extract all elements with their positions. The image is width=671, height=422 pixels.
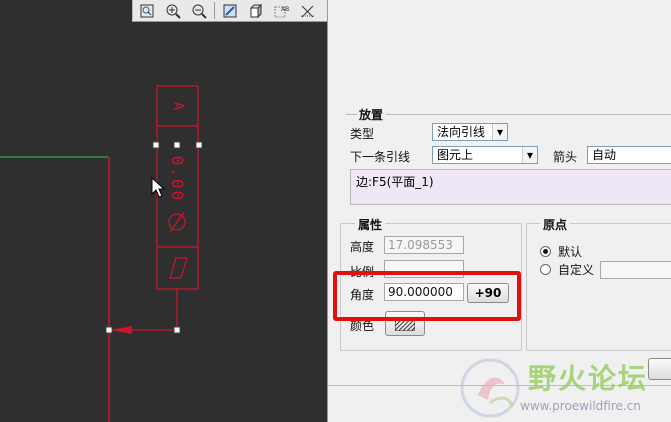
height-label: 高度 [350,240,375,254]
origin-group-title: 原点 [540,216,571,233]
drag-handle [105,326,113,334]
reference-collector[interactable]: 边:F5(平面_1) [350,169,671,205]
model-canvas[interactable] [0,0,328,422]
chevron-down-icon: ▾ [522,147,537,163]
watermark: 野火论坛 www.proewildfire.cn [460,355,671,422]
origin-default-label: 默认 [558,245,583,259]
svg-text:AB: AB [281,6,289,13]
flatness-symbol [169,257,188,279]
properties-group-title: 属性 [355,216,386,233]
gtol-value: 0.00 [168,155,187,203]
next-leader-label: 下一条引线 [350,150,411,164]
datum-display-icon[interactable] [296,0,320,21]
gtol-letter: A [170,101,186,111]
drag-handle [152,141,160,149]
annotation-display-icon[interactable]: AB [270,0,294,21]
arrow-label: 箭头 [553,150,578,164]
arrow-select[interactable]: 自动 [587,146,671,164]
watermark-url: www.proewildfire.cn [520,399,641,413]
view-toolbar: AB [132,0,328,22]
origin-custom-label: 自定义 [558,263,595,277]
drag-handle [195,141,203,149]
zoom-in-icon[interactable] [161,0,185,21]
zoom-out-icon[interactable] [187,0,211,21]
shading-icon[interactable] [244,0,268,21]
repaint-icon[interactable] [218,0,242,21]
type-label: 类型 [350,127,375,141]
reference-text: 边:F5(平面_1) [356,175,434,189]
mouse-cursor-icon [151,176,166,198]
origin-custom-field[interactable] [600,261,671,279]
watermark-title: 野火论坛 [528,362,649,395]
drag-handle [173,326,181,334]
origin-default-radio[interactable] [540,246,551,257]
graphics-viewport[interactable]: A 0.00 [0,0,328,422]
placement-group-title: 放置 [359,108,384,122]
highlight-annotation-box [333,271,521,321]
type-select[interactable]: 法向引线 ▾ [432,123,508,141]
height-field[interactable]: 17.098553 [384,236,464,254]
origin-custom-radio[interactable] [540,264,551,275]
origin-frame [526,223,671,351]
chevron-down-icon: ▾ [492,124,507,140]
zoom-fit-icon[interactable] [135,0,159,21]
leader-arrow [110,326,132,334]
next-leader-select[interactable]: 图元上 ▾ [432,146,538,164]
